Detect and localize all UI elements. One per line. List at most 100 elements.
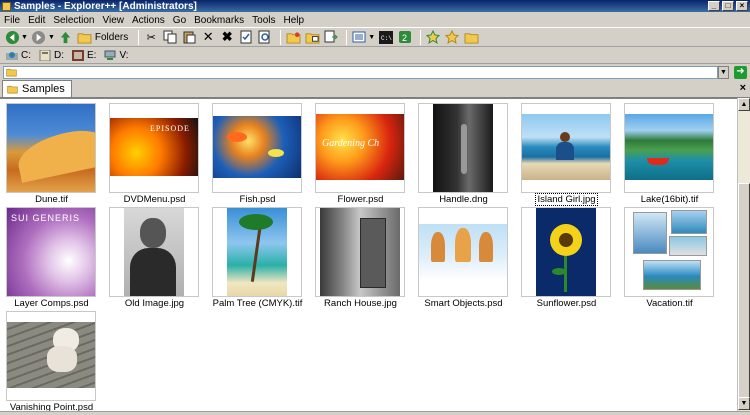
new-folder-icon[interactable] bbox=[285, 29, 301, 45]
menu-bar: File Edit Selection View Actions Go Book… bbox=[0, 13, 750, 27]
tab-samples[interactable]: Samples bbox=[2, 80, 72, 97]
tab-label: Samples bbox=[22, 83, 65, 95]
maximize-button[interactable]: □ bbox=[722, 1, 734, 11]
thumbnail: SUI GENERIS bbox=[6, 207, 96, 297]
delete-icon[interactable]: ✕ bbox=[200, 29, 216, 45]
main-toolbar: ▼ ▼ Folders ✂ ✕ ✖ ▼ C:\ 2 bbox=[0, 27, 750, 47]
properties-icon[interactable] bbox=[238, 29, 254, 45]
file-item[interactable]: Vanishing Point.psd bbox=[0, 307, 103, 411]
folder-icon[interactable] bbox=[463, 29, 479, 45]
drive-icon bbox=[39, 49, 51, 61]
drive-e[interactable]: E: bbox=[72, 49, 97, 61]
toolbar-separator bbox=[280, 29, 282, 45]
file-item[interactable]: Handle.dng bbox=[412, 99, 515, 205]
scroll-up-icon[interactable]: ▲ bbox=[738, 98, 750, 111]
thumbnail: EPISODE bbox=[109, 103, 199, 193]
address-input[interactable] bbox=[3, 65, 718, 79]
thumbnail bbox=[521, 103, 611, 193]
scrollbar-thumb[interactable] bbox=[738, 183, 750, 398]
address-dropdown-icon[interactable]: ▼ bbox=[718, 65, 729, 79]
thumb-text: SUI GENERIS bbox=[11, 213, 81, 223]
thumbnail bbox=[212, 207, 302, 297]
search-icon[interactable] bbox=[257, 29, 273, 45]
status-bar bbox=[0, 411, 750, 415]
back-dropdown-icon[interactable]: ▼ bbox=[21, 34, 28, 41]
up-icon[interactable] bbox=[58, 29, 74, 45]
thumb-text: EPISODE bbox=[150, 124, 190, 133]
title-bar: Samples - Explorer++ [Administrators] _ … bbox=[0, 0, 750, 12]
menu-go[interactable]: Go bbox=[169, 15, 190, 26]
refresh-icon[interactable]: 2 bbox=[397, 29, 413, 45]
menu-tools[interactable]: Tools bbox=[248, 15, 279, 26]
thumbnail bbox=[109, 207, 199, 297]
forward-dropdown-icon[interactable]: ▼ bbox=[48, 34, 55, 41]
folder-icon bbox=[7, 85, 18, 94]
copy-to-folder-icon[interactable] bbox=[304, 29, 320, 45]
thumbnail bbox=[212, 103, 302, 193]
menu-help[interactable]: Help bbox=[280, 15, 309, 26]
close-tab-icon[interactable]: × bbox=[740, 82, 746, 94]
cut-icon[interactable]: ✂ bbox=[143, 29, 159, 45]
drive-label: E: bbox=[87, 49, 97, 61]
thumbnail bbox=[624, 207, 714, 297]
file-name: Ranch House.jpg bbox=[324, 298, 397, 309]
menu-actions[interactable]: Actions bbox=[128, 15, 169, 26]
menu-file[interactable]: File bbox=[0, 15, 24, 26]
folders-label: Folders bbox=[94, 31, 129, 43]
move-to-folder-icon[interactable] bbox=[323, 29, 339, 45]
file-item[interactable]: Smart Objects.psd bbox=[412, 203, 515, 309]
vertical-scrollbar[interactable]: ▲ ▼ bbox=[737, 98, 750, 411]
drive-label: V: bbox=[119, 49, 129, 61]
thumbnail bbox=[418, 103, 508, 193]
file-name: Vacation.tif bbox=[646, 298, 693, 309]
file-name: Sunflower.psd bbox=[536, 298, 597, 309]
toolbar-separator bbox=[420, 29, 422, 45]
thumbnail bbox=[521, 207, 611, 297]
go-button[interactable]: ➜ bbox=[734, 65, 747, 79]
toolbar-separator bbox=[138, 29, 140, 45]
copy-icon[interactable] bbox=[162, 29, 178, 45]
file-item[interactable]: SUI GENERIS Layer Comps.psd bbox=[0, 203, 103, 309]
add-bookmark-icon[interactable] bbox=[425, 29, 441, 45]
network-drive-icon bbox=[104, 50, 116, 60]
file-item[interactable]: Vacation.tif bbox=[618, 203, 721, 309]
file-list-view[interactable]: Dune.tif EPISODE DVDMenu.psd Fish.psd Ga… bbox=[0, 98, 737, 411]
thumbnail bbox=[624, 103, 714, 193]
delete-permanently-icon[interactable]: ✖ bbox=[219, 29, 235, 45]
file-item[interactable]: EPISODE DVDMenu.psd bbox=[103, 99, 206, 205]
close-button[interactable]: × bbox=[736, 1, 748, 11]
drive-c[interactable]: C: bbox=[6, 50, 31, 61]
drive-v[interactable]: V: bbox=[104, 49, 129, 61]
file-item[interactable]: Gardening Ch Flower.psd bbox=[309, 99, 412, 205]
menu-selection[interactable]: Selection bbox=[49, 15, 98, 26]
menu-bookmarks[interactable]: Bookmarks bbox=[190, 15, 248, 26]
thumbnail bbox=[6, 311, 96, 401]
menu-edit[interactable]: Edit bbox=[24, 15, 49, 26]
toolbar-separator bbox=[346, 29, 348, 45]
folder-icon bbox=[6, 68, 17, 77]
file-item[interactable]: Lake(16bit).tif bbox=[618, 99, 721, 205]
folders-button[interactable]: Folders bbox=[77, 31, 128, 44]
thumbnail: Gardening Ch bbox=[315, 103, 405, 193]
menu-view[interactable]: View bbox=[99, 15, 129, 26]
file-item[interactable]: Old Image.jpg bbox=[103, 203, 206, 309]
file-item[interactable]: Sunflower.psd bbox=[515, 203, 618, 309]
minimize-button[interactable]: _ bbox=[708, 1, 720, 11]
command-prompt-icon[interactable]: C:\ bbox=[378, 29, 394, 45]
bookmarks-icon[interactable] bbox=[444, 29, 460, 45]
forward-icon[interactable] bbox=[31, 29, 47, 45]
views-dropdown-icon[interactable]: ▼ bbox=[368, 34, 375, 41]
file-item[interactable]: Ranch House.jpg bbox=[309, 203, 412, 309]
file-item[interactable]: Island Girl.jpg bbox=[515, 99, 618, 206]
file-item[interactable]: Fish.psd bbox=[206, 99, 309, 205]
paste-icon[interactable] bbox=[181, 29, 197, 45]
drive-d[interactable]: D: bbox=[39, 49, 64, 61]
file-item[interactable]: Palm Tree (CMYK).tif bbox=[206, 203, 309, 309]
back-icon[interactable] bbox=[4, 29, 20, 45]
thumb-text: Gardening Ch bbox=[322, 138, 380, 149]
svg-text:2: 2 bbox=[402, 33, 407, 43]
views-icon[interactable] bbox=[351, 29, 367, 45]
scroll-down-icon[interactable]: ▼ bbox=[738, 397, 750, 410]
drive-label: D: bbox=[54, 49, 64, 61]
file-item[interactable]: Dune.tif bbox=[0, 99, 103, 205]
